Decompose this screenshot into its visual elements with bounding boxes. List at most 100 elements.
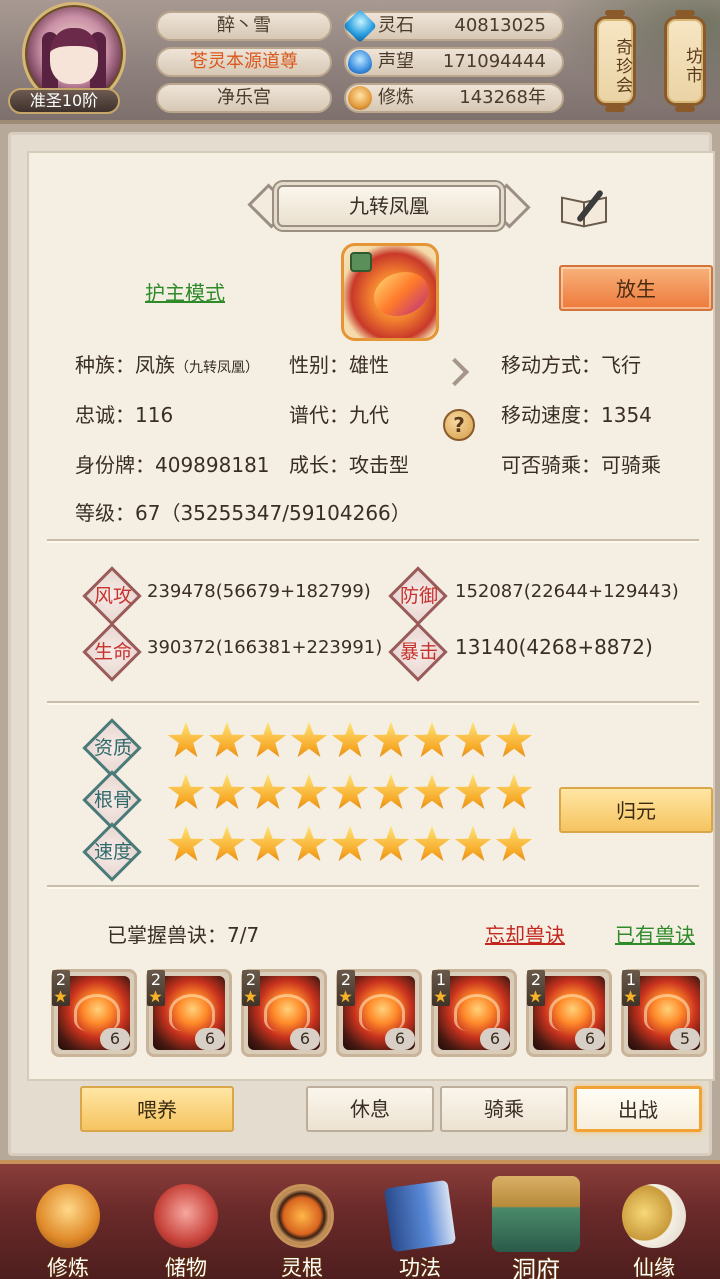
skill-slot[interactable]: 26 — [241, 969, 327, 1057]
panel-frame: 九转凤凰 护主模式 放生 种族：凤族（九转凤凰） 性别：雄性 移动方式：飞行 忠… — [8, 132, 715, 1156]
growth-label: 成长： — [289, 453, 349, 477]
star-icon — [454, 825, 492, 862]
race-label: 种族： — [75, 353, 135, 377]
star-icon — [290, 773, 328, 810]
star-icon — [413, 825, 451, 862]
skill-tier-value: 2 — [150, 970, 162, 989]
skill-level: 6 — [385, 1028, 415, 1050]
id-attribute: 身份牌：409898181 — [75, 449, 270, 478]
skill-slot[interactable]: 26 — [146, 969, 232, 1057]
skill-tier-value: 2 — [245, 970, 257, 989]
loyalty-value: 116 — [135, 403, 174, 427]
nav-cultivate[interactable]: 修炼 — [18, 1174, 118, 1279]
phoenix-icon — [374, 272, 428, 316]
forget-skill-link[interactable]: 忘却兽诀 — [485, 919, 565, 948]
experience-value: （35255347/59104266） — [160, 501, 411, 525]
nav-cave-dwelling[interactable]: 洞府 — [486, 1166, 586, 1279]
race-attribute: 种族：凤族（九转凤凰） — [75, 349, 259, 378]
stat-label: 生命 — [94, 641, 133, 663]
tier-star-icon — [529, 990, 542, 1003]
nav-fate[interactable]: 仙缘 — [604, 1174, 704, 1279]
star-icon — [290, 721, 328, 758]
skill-tier: 2 — [242, 970, 260, 1006]
skill-slot[interactable]: 16 — [431, 969, 517, 1057]
stat-label: 防御 — [400, 585, 439, 607]
spirit-stone-counter: 灵石 40813025 — [343, 9, 564, 43]
owned-skills-link[interactable]: 已有兽诀 — [615, 919, 695, 948]
player-name: 醉丶雪 — [156, 11, 332, 41]
nav-label: 洞府 — [512, 1256, 560, 1279]
star-icon — [372, 773, 410, 810]
cultivate-icon — [36, 1184, 100, 1248]
gender-attribute: 性别：雄性 — [289, 349, 389, 378]
gender-switch-arrow-icon[interactable] — [441, 357, 471, 387]
star-icon — [208, 825, 246, 862]
skill-slot[interactable]: 15 — [621, 969, 707, 1057]
nav-techniques[interactable]: 功法 — [370, 1174, 470, 1279]
gender-value: 雄性 — [349, 353, 389, 377]
pet-name-banner: 九转凤凰 — [247, 183, 531, 229]
rating-label: 速度 — [94, 841, 133, 863]
help-icon[interactable]: ? — [443, 409, 475, 441]
nav-spirit-root[interactable]: 灵根 — [252, 1174, 352, 1279]
pet-portrait[interactable] — [341, 243, 439, 341]
feed-button[interactable]: 喂养 — [80, 1086, 234, 1132]
skill-tier: 2 — [147, 970, 165, 1006]
skill-tier: 2 — [52, 970, 70, 1006]
section-divider — [47, 539, 699, 541]
star-icon — [249, 721, 287, 758]
tier-star-icon — [54, 990, 67, 1003]
skill-tier: 1 — [432, 970, 450, 1006]
skill-level: 6 — [575, 1028, 605, 1050]
star-icon — [167, 773, 205, 810]
stat-label: 风攻 — [94, 585, 133, 607]
player-title: 苍灵本源道尊 — [156, 47, 332, 77]
tier-star-icon — [244, 990, 257, 1003]
skill-level: 6 — [195, 1028, 225, 1050]
generation-label: 谱代： — [289, 403, 349, 427]
skill-slot[interactable]: 26 — [51, 969, 137, 1057]
spirit-root-icon — [270, 1184, 334, 1248]
skill-level: 5 — [670, 1028, 700, 1050]
health-value: 390372(166381+223991) — [147, 637, 383, 658]
skill-slot[interactable]: 26 — [336, 969, 422, 1057]
star-icon — [249, 773, 287, 810]
resource-label: 修炼 — [378, 87, 414, 108]
gender-label: 性别： — [289, 353, 349, 377]
nav-storage[interactable]: 储物 — [136, 1174, 236, 1279]
star-icon — [372, 825, 410, 862]
top-status-bar: 准圣10阶 醉丶雪 苍灵本源道尊 净乐宫 灵石 40813025 声望 1710… — [0, 0, 720, 120]
spirit-stone-icon — [343, 9, 377, 43]
rest-button[interactable]: 休息 — [306, 1086, 434, 1132]
technique-book-icon — [383, 1179, 457, 1253]
critical-badge: 暴击 — [388, 622, 448, 682]
star-icon — [290, 825, 328, 862]
cave-dwelling-icon — [492, 1176, 580, 1252]
fate-gourd-icon — [622, 1184, 686, 1248]
id-label: 身份牌： — [75, 453, 155, 477]
loyalty-label: 忠诚： — [75, 403, 135, 427]
skill-tier: 2 — [337, 970, 355, 1006]
pet-name: 九转凤凰 — [277, 185, 501, 227]
race-value: 凤族 — [135, 353, 175, 377]
treasure-shop-button[interactable]: 奇珍会 — [594, 10, 636, 112]
skill-level: 6 — [480, 1028, 510, 1050]
star-icon — [495, 825, 533, 862]
battle-button[interactable]: 出战 — [574, 1086, 702, 1132]
move-type-value: 飞行 — [601, 353, 641, 377]
bottom-navigation: 修炼 储物 灵根 功法 洞府 仙缘 — [0, 1160, 720, 1279]
ride-button[interactable]: 骑乘 — [440, 1086, 568, 1132]
skill-tier-value: 1 — [625, 970, 637, 989]
revert-button[interactable]: 归元 — [559, 787, 713, 833]
star-icon — [208, 721, 246, 758]
skill-slot[interactable]: 26 — [526, 969, 612, 1057]
guard-mode-link[interactable]: 护主模式 — [145, 277, 225, 306]
id-value: 409898181 — [155, 453, 270, 477]
release-button[interactable]: 放生 — [559, 265, 713, 311]
move-type-label: 移动方式： — [501, 353, 601, 377]
market-button[interactable]: 坊市 — [664, 10, 706, 112]
resource-value: 40813025 — [454, 15, 546, 36]
wind-attack-value: 239478(56679+182799) — [147, 581, 371, 602]
skill-tier: 1 — [622, 970, 640, 1006]
pet-encyclopedia-icon[interactable] — [559, 187, 609, 228]
